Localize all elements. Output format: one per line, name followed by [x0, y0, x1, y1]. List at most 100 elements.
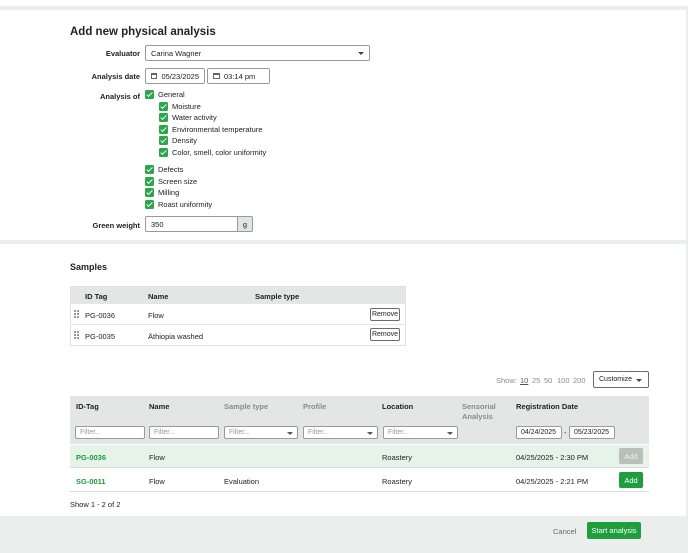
- customize-label: Customize: [599, 376, 633, 383]
- drag-handle-icon[interactable]: [74, 331, 80, 340]
- evaluator-value: Carina Wagner: [151, 48, 202, 58]
- milling-checkbox[interactable]: [145, 188, 154, 197]
- filter-name[interactable]: Filter...: [149, 426, 219, 439]
- green-weight-value: 350: [151, 219, 164, 229]
- samples-panel: Samples ID Tag Name Sample type PG-0036 …: [0, 244, 686, 516]
- table-row: PG-0036 Flow Roastery 04/25/2025 - 2:30 …: [70, 445, 649, 468]
- row-id-link[interactable]: SG-0011: [76, 477, 106, 486]
- row-location: Roastery: [382, 453, 413, 462]
- density-checkbox[interactable]: [159, 136, 168, 145]
- customize-button[interactable]: Customize: [593, 371, 649, 388]
- top-strip: [0, 0, 688, 6]
- samples-header-id: ID Tag: [85, 292, 108, 301]
- form-title: Add new physical analysis: [70, 26, 216, 38]
- sample-row: PG-0035 Äthiopia washed Remove: [71, 326, 405, 346]
- defects-checkbox[interactable]: [145, 165, 154, 174]
- sample-name: Äthiopia washed: [148, 332, 204, 341]
- evaluator-select[interactable]: Carina Wagner: [145, 45, 370, 61]
- filter-sample-type[interactable]: Filter...: [224, 426, 298, 439]
- table-footer-count: Show 1 - 2 of 2: [70, 500, 121, 509]
- header-sensorial-analysis: Sensorial Analysis: [462, 402, 496, 421]
- chevron-down-icon: [287, 432, 293, 435]
- color-smell-checkbox[interactable]: [159, 148, 168, 157]
- header-sensorial-line1: Sensorial: [462, 402, 496, 411]
- samples-header-name: Name: [148, 292, 169, 301]
- samples-table: ID Tag Name Sample type PG-0036 Flow Rem…: [70, 286, 406, 346]
- page-size-25[interactable]: 25: [532, 376, 540, 385]
- row-name: Flow: [149, 453, 165, 462]
- header-sample-type: Sample type: [224, 402, 269, 411]
- header-location[interactable]: Location: [382, 402, 413, 411]
- table-header: ID-Tag Name Sample type Profile Location…: [70, 396, 649, 444]
- clock-icon: [213, 73, 220, 79]
- general-label: General: [158, 90, 185, 99]
- row-name: Flow: [149, 477, 165, 486]
- environmental-temperature-label: Environmental temperature: [172, 125, 263, 134]
- green-weight-unit: g: [237, 216, 253, 232]
- physical-analysis-form: Add new physical analysis Evaluator Cari…: [0, 10, 686, 240]
- header-name[interactable]: Name: [149, 402, 169, 411]
- density-label: Density: [172, 136, 198, 145]
- row-location: Roastery: [382, 477, 413, 486]
- analysis-of-label: Analysis of: [99, 92, 140, 101]
- filter-id-tag[interactable]: Filter...: [75, 426, 145, 439]
- date-range-separator: -: [564, 428, 567, 437]
- chevron-down-icon: [636, 379, 642, 382]
- header-sensorial-line2: Analysis: [462, 412, 493, 421]
- row-sample-type: Evaluation: [224, 477, 260, 486]
- environmental-temperature-checkbox[interactable]: [159, 125, 168, 134]
- sample-id: PG-0036: [85, 311, 116, 320]
- samples-title: Samples: [70, 262, 108, 272]
- filter-location[interactable]: Filter...: [383, 426, 458, 439]
- page-size-100[interactable]: 100: [557, 376, 570, 385]
- filter-sample-type-text: Filter...: [229, 429, 251, 436]
- roast-uniformity-label: Roast uniformity: [158, 200, 213, 209]
- remove-button[interactable]: Remove: [370, 308, 400, 321]
- table-row: SG-0011 Flow Evaluation Roastery 04/25/2…: [70, 469, 649, 492]
- moisture-checkbox[interactable]: [159, 102, 168, 111]
- remove-button[interactable]: Remove: [370, 328, 400, 341]
- analysis-date-value: 05/23/2025: [161, 71, 199, 81]
- color-smell-label: Color, smell, color uniformity: [172, 148, 267, 157]
- header-registration-date[interactable]: Registration Date: [516, 402, 578, 411]
- analysis-date-label: Analysis date: [91, 72, 140, 81]
- calendar-icon: [151, 73, 158, 79]
- row-id-link[interactable]: PG-0036: [76, 453, 106, 462]
- sample-id: PG-0035: [85, 332, 116, 341]
- date-to-input[interactable]: 05/23/2025: [569, 426, 615, 439]
- roast-uniformity-checkbox[interactable]: [145, 200, 154, 209]
- evaluator-label: Evaluator: [105, 49, 140, 58]
- start-analysis-button[interactable]: Start analysis: [587, 522, 641, 539]
- screen-size-checkbox[interactable]: [145, 177, 154, 186]
- page-size-50[interactable]: 50: [544, 376, 552, 385]
- analysis-time-value: 03:14 pm: [224, 71, 256, 81]
- header-id-tag[interactable]: ID-Tag: [76, 402, 99, 411]
- chevron-down-icon: [447, 432, 453, 435]
- analysis-date-input[interactable]: 05/23/2025: [145, 68, 205, 84]
- row-registration-date: 04/25/2025 - 2:21 PM: [516, 477, 589, 486]
- sample-row: PG-0036 Flow Remove: [71, 305, 405, 325]
- page-size-200[interactable]: 200: [573, 376, 586, 385]
- green-weight-input[interactable]: 350: [145, 216, 239, 232]
- date-from-input[interactable]: 04/24/2025: [516, 426, 562, 439]
- water-activity-label: Water activity: [172, 113, 217, 122]
- show-label: Show:: [496, 376, 517, 385]
- defects-label: Defects: [158, 165, 184, 174]
- filter-profile-text: Filter...: [308, 429, 330, 436]
- chevron-down-icon: [367, 432, 373, 435]
- page-size-10[interactable]: 10: [520, 376, 528, 385]
- add-button[interactable]: Add: [619, 472, 643, 488]
- filter-location-text: Filter...: [388, 429, 410, 436]
- general-checkbox[interactable]: [145, 90, 154, 99]
- water-activity-checkbox[interactable]: [159, 113, 168, 122]
- milling-label: Milling: [158, 188, 180, 197]
- chevron-down-icon: [358, 52, 364, 55]
- samples-header-type: Sample type: [255, 292, 300, 301]
- analysis-time-input[interactable]: 03:14 pm: [207, 68, 270, 84]
- sample-name: Flow: [148, 311, 164, 320]
- drag-handle-icon[interactable]: [74, 310, 80, 319]
- green-weight-label: Green weight: [92, 221, 140, 230]
- filter-profile[interactable]: Filter...: [303, 426, 378, 439]
- cancel-button[interactable]: Cancel: [553, 527, 576, 536]
- samples-header: ID Tag Name Sample type: [71, 287, 405, 304]
